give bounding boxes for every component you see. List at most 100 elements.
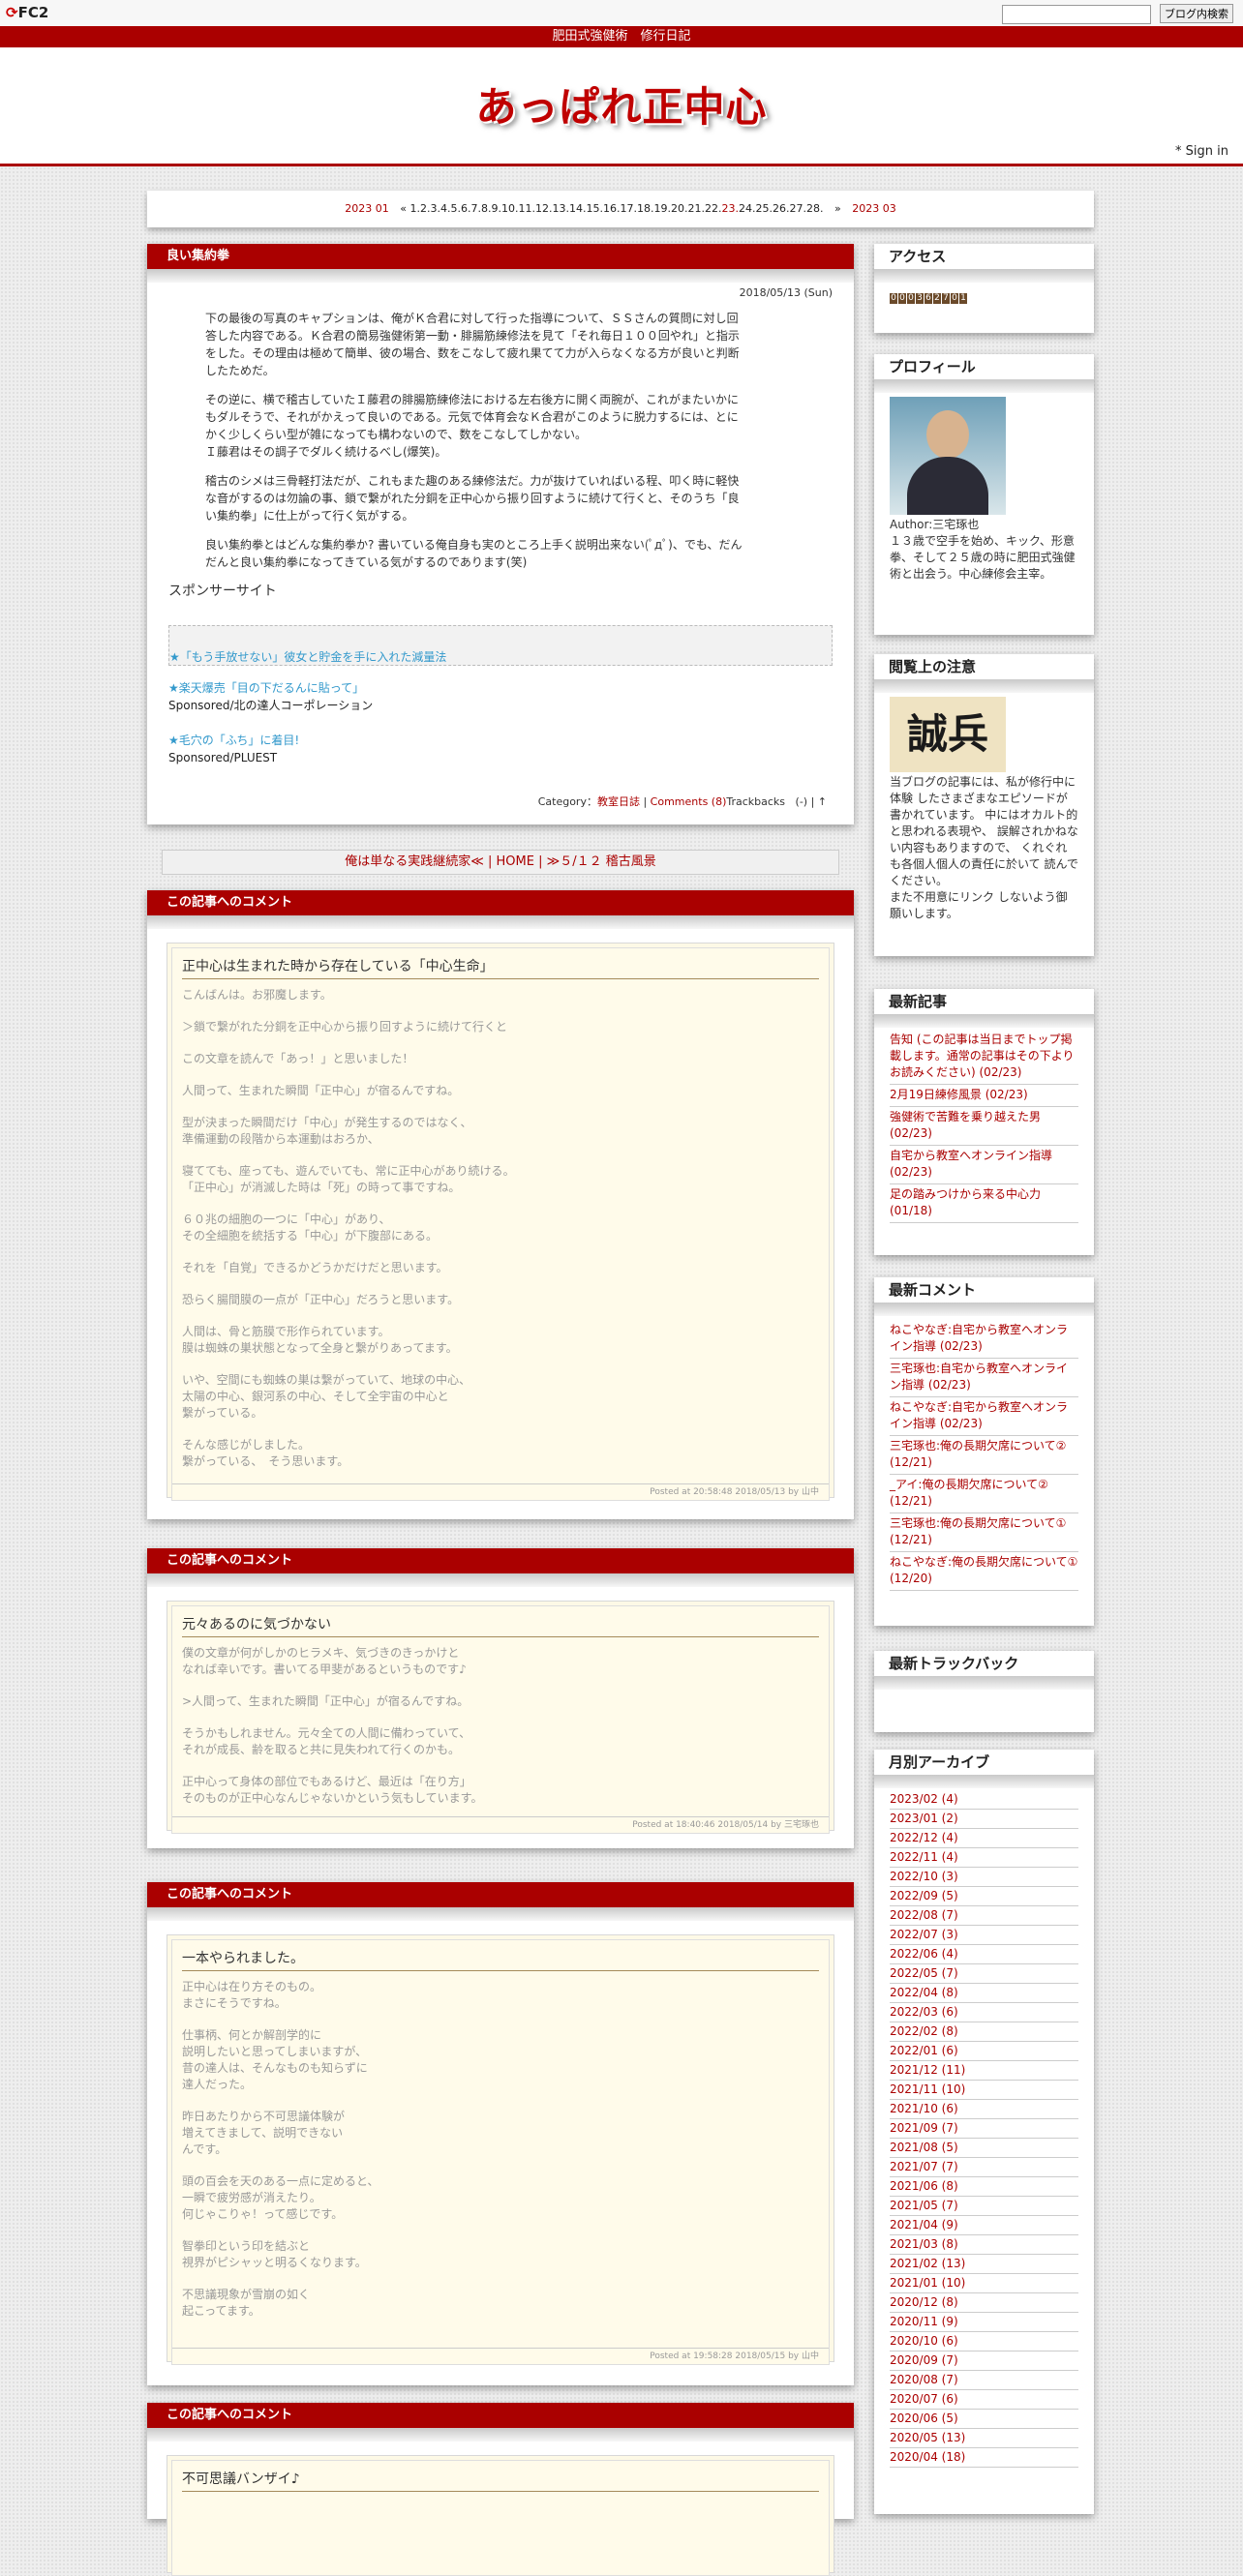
ad-link-3[interactable]: ★毛穴の「ふち」に着目! — [168, 732, 854, 749]
archive-month-link[interactable]: 2020/06 (5) — [890, 2410, 1078, 2429]
signin-link[interactable]: * Sign in — [1175, 144, 1228, 159]
archive-month-link[interactable]: 2020/09 (7) — [890, 2351, 1078, 2371]
calendar-day-link[interactable]: 23. — [722, 202, 740, 215]
calendar-day-link: 16. — [603, 202, 621, 215]
archive-month-link[interactable]: 2021/02 (13) — [890, 2255, 1078, 2274]
recent-entry-link[interactable]: 告知 (この記事は当日までトップ掲載します。通常の記事はその下よりお読みください… — [890, 1030, 1078, 1085]
archive-month-link[interactable]: 2020/07 (6) — [890, 2390, 1078, 2410]
blog-title[interactable]: あっぱれ正中心 — [0, 75, 1243, 134]
recent-comments-body: ねこやなぎ:自宅から教室へオンライン指導 (02/23) 三宅琢也:自宅から教室へ… — [874, 1316, 1094, 1601]
prev-month-link[interactable]: 2023 01 — [345, 202, 389, 215]
archive-month-link[interactable]: 2021/04 (9) — [890, 2216, 1078, 2235]
archive-month-link[interactable]: 2023/01 (2) — [890, 1810, 1078, 1829]
trackbacks-link[interactable]: Trackbacks — [726, 795, 785, 808]
calendar-day-link: 21. — [687, 202, 706, 215]
archive-month-link[interactable]: 2021/01 (10) — [890, 2274, 1078, 2293]
archive-list: 2023/02 (4) 2023/01 (2) 2022/12 (4) 2022/11… — [890, 1790, 1078, 2468]
calendar-days: 1.2.3.4.5.6.7.8.9.10.11.12.13.14.15.16.1… — [410, 202, 824, 215]
comment-box: 元々あるのに気づかない 僕の文章が何がしかのヒラメキ、気づきのきっかけと なれば幸… — [167, 1601, 834, 1834]
archive-month-link[interactable]: 2021/07 (7) — [890, 2158, 1078, 2177]
notice-text: 当ブログの記事には、私が修行中に体験 したさまざまなエピソードが書かれています。… — [890, 775, 1078, 920]
archive-month-link[interactable]: 2022/11 (4) — [890, 1848, 1078, 1868]
blog-search-button[interactable]: ブログ内検索 — [1160, 4, 1233, 23]
recent-entry-link[interactable]: 自宅から教室へオンライン指導 (02/23) — [890, 1146, 1078, 1184]
archive-month-link[interactable]: 2020/12 (8) — [890, 2293, 1078, 2313]
trackback-title: 最新トラックバック — [874, 1651, 1094, 1676]
fc2-logo[interactable]: ⟳FC2 — [6, 4, 48, 21]
archive-month-link[interactable]: 2022/07 (3) — [890, 1926, 1078, 1945]
archive-month-link[interactable]: 2021/11 (10) — [890, 2081, 1078, 2100]
archive-month-link[interactable]: 2021/09 (7) — [890, 2119, 1078, 2139]
comment-panel: この記事へのコメント 一本やられました。 正中心は在り方そのもの。 まさにそうですね… — [147, 1882, 854, 2385]
home-link[interactable]: HOME — [497, 854, 534, 869]
archive-month-link[interactable]: 2022/05 (7) — [890, 1964, 1078, 1984]
recent-comments-list: ねこやなぎ:自宅から教室へオンライン指導 (02/23) 三宅琢也:自宅から教室へ… — [890, 1320, 1078, 1591]
archive-month-link[interactable]: 2022/06 (4) — [890, 1945, 1078, 1964]
comment-title: 正中心は生まれた時から存在している「中心生命」 — [182, 956, 819, 979]
blog-search-input[interactable] — [1001, 5, 1151, 24]
recent-comment-link[interactable]: _アイ:俺の長期欠席について② (12/21) — [890, 1475, 1078, 1513]
comment-panel: この記事へのコメント 正中心は生まれた時から存在している「中心生命」 こんばんは。お… — [147, 890, 854, 1519]
next-entry-link[interactable]: ≫５/１２ 稽古風景 — [547, 854, 656, 869]
comments-link[interactable]: Comments (8) — [651, 795, 727, 808]
comment-box-inner: 正中心は生まれた時から存在している「中心生命」 こんばんは。お邪魔します。 ＞鎖で繋… — [171, 947, 830, 1501]
archive-month-link[interactable]: 2022/12 (4) — [890, 1829, 1078, 1848]
archive-month-link[interactable]: 2022/03 (6) — [890, 2003, 1078, 2022]
next-month-link[interactable]: 2023 03 — [852, 202, 896, 215]
calendar-day-link: 12. — [535, 202, 553, 215]
calendar-day-link: 2. — [420, 202, 431, 215]
notice-title-shadow — [874, 679, 1094, 693]
archive-body: 2023/02 (4) 2023/01 (2) 2022/12 (4) 2022/11… — [874, 1788, 1094, 2477]
archive-month-link[interactable]: 2021/05 (7) — [890, 2197, 1078, 2216]
comment-title-shadow — [147, 1573, 854, 1587]
archive-month-link[interactable]: 2021/08 (5) — [890, 2139, 1078, 2158]
archive-title: 月別アーカイブ — [874, 1750, 1094, 1775]
prev-entry-link[interactable]: 俺は単なる実践継続家≪ — [345, 854, 484, 869]
entry-tail-links[interactable]: (-) | ↑ — [796, 795, 827, 808]
recent-comment-link[interactable]: 三宅琢也:俺の長期欠席について① (12/21) — [890, 1513, 1078, 1552]
archive-month-link[interactable]: 2020/05 (13) — [890, 2429, 1078, 2448]
avatar-body — [907, 457, 988, 515]
archive-month-link[interactable]: 2021/12 (11) — [890, 2061, 1078, 2081]
calendar-day-link: 19. — [653, 202, 672, 215]
comment-paragraph: 寝てても、座っても、遊んでいても、常に正中心があり続ける。 「正中心」が消滅した… — [182, 1164, 515, 1194]
archive-month-link[interactable]: 2022/09 (5) — [890, 1887, 1078, 1906]
archive-month-link[interactable]: 2022/10 (3) — [890, 1868, 1078, 1887]
archive-month-link[interactable]: 2020/04 (18) — [890, 2448, 1078, 2468]
recent-entry-link[interactable]: 強健術で苦難を乗り越えた男 (02/23) — [890, 1107, 1078, 1146]
recent-comment-link[interactable]: ねこやなぎ:俺の長期欠席について① (12/20) — [890, 1552, 1078, 1591]
archive-month-link[interactable]: 2022/04 (8) — [890, 1984, 1078, 2003]
archive-month-link[interactable]: 2020/10 (6) — [890, 2332, 1078, 2351]
archive-month-link[interactable]: 2020/11 (9) — [890, 2313, 1078, 2332]
entry-title[interactable]: 良い集約拳 — [147, 244, 854, 269]
access-panel: アクセス 000362701 — [874, 244, 1094, 333]
ad-link-2[interactable]: ★楽天爆売「目の下だるんに貼って」 — [168, 679, 854, 697]
comment-paragraph: >人間って、生まれた瞬間「正中心」が宿るんですね。 — [182, 1694, 470, 1708]
comment-title-shadow — [147, 2428, 854, 2441]
category-link[interactable]: 教室日誌 — [597, 795, 640, 808]
archive-month-link[interactable]: 2022/08 (7) — [890, 1906, 1078, 1926]
blog-subtitle: 肥田式強健術 修行日記 — [0, 26, 1243, 47]
archive-month-link[interactable]: 2023/02 (4) — [890, 1790, 1078, 1810]
recent-comment-link[interactable]: ねこやなぎ:自宅から教室へオンライン指導 (02/23) — [890, 1397, 1078, 1436]
profile-avatar — [890, 397, 1006, 515]
calendar-day-link: 10. — [501, 202, 519, 215]
comment-title: 一本やられました。 — [182, 1948, 819, 1971]
recent-comment-link[interactable]: 三宅琢也:俺の長期欠席について② (12/21) — [890, 1436, 1078, 1475]
recent-comment-link[interactable]: ねこやなぎ:自宅から教室へオンライン指導 (02/23) — [890, 1320, 1078, 1359]
archive-month-link[interactable]: 2022/02 (8) — [890, 2022, 1078, 2042]
ad-link-1[interactable]: ★「もう手放せない」彼女と貯金を手に入れた減量法 — [169, 626, 832, 666]
archive-month-link[interactable]: 2021/03 (8) — [890, 2235, 1078, 2255]
sponsor-heading: スポンサーサイト — [168, 584, 277, 599]
archive-month-link[interactable]: 2020/08 (7) — [890, 2371, 1078, 2390]
calendar-day-link: 4. — [440, 202, 451, 215]
comment-paragraph: 人間って、生まれた瞬間「正中心」が宿るんですね。 — [182, 1084, 460, 1097]
comment-title-shadow — [147, 915, 854, 929]
notice-title: 閲覧上の注意 — [874, 654, 1094, 679]
recent-entry-link[interactable]: 2月19日練修風景 (02/23) — [890, 1085, 1078, 1107]
archive-month-link[interactable]: 2021/06 (8) — [890, 2177, 1078, 2197]
recent-comment-link[interactable]: 三宅琢也:自宅から教室へオンライン指導 (02/23) — [890, 1359, 1078, 1397]
recent-entry-link[interactable]: 足の踏みつけから来る中心力 (01/18) — [890, 1184, 1078, 1223]
archive-month-link[interactable]: 2021/10 (6) — [890, 2100, 1078, 2119]
archive-month-link[interactable]: 2022/01 (6) — [890, 2042, 1078, 2061]
